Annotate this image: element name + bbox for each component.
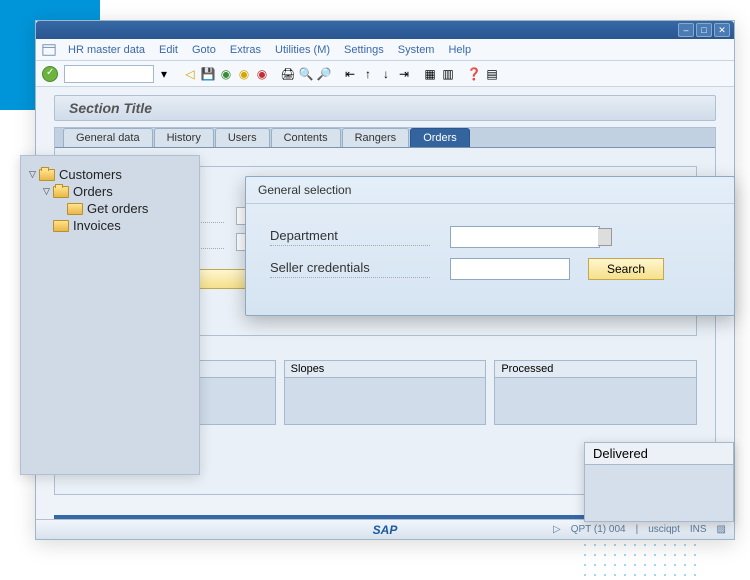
back-green-icon[interactable]: ◉ [218, 66, 234, 82]
tab-users[interactable]: Users [215, 128, 270, 147]
prev-page-icon[interactable]: ↑ [360, 66, 376, 82]
tree-invoices[interactable]: Invoices [29, 217, 191, 234]
print-icon[interactable]: 🖨 [280, 66, 296, 82]
sap-logo: SAP [373, 523, 398, 537]
expand-icon[interactable]: ▽ [43, 186, 53, 197]
delivered-box: Delivered [584, 442, 734, 522]
menu-help[interactable]: Help [442, 42, 477, 58]
order-box-slopes: Slopes [284, 360, 487, 425]
next-page-icon[interactable]: ↓ [378, 66, 394, 82]
menu-icon [42, 43, 56, 57]
close-button[interactable]: ✕ [714, 23, 730, 37]
folder-icon [67, 203, 83, 215]
order-box-processed: Processed [494, 360, 697, 425]
tab-orders[interactable]: Orders [410, 128, 470, 147]
find-icon[interactable]: 🔍 [298, 66, 314, 82]
general-selection-popout: General selection Department Seller cred… [245, 176, 735, 316]
status-play-icon[interactable]: ▷ [553, 524, 561, 535]
input-seller-credentials[interactable] [450, 258, 570, 280]
tab-history[interactable]: History [154, 128, 214, 147]
label-department: Department [270, 228, 430, 246]
tab-general-data[interactable]: General data [63, 128, 153, 147]
find-next-icon[interactable]: 🔎 [316, 66, 332, 82]
menu-goto[interactable]: Goto [186, 42, 222, 58]
tree-label: Orders [73, 184, 113, 199]
menubar: HR master data Edit Goto Extras Utilitie… [36, 39, 734, 61]
enter-button[interactable] [42, 66, 58, 82]
minimize-button[interactable]: ‒ [678, 23, 694, 37]
popout-title: General selection [246, 177, 734, 204]
status-grip-icon[interactable]: ▨ [717, 524, 726, 535]
statusbar: SAP ▷ QPT (1) 004 | usciqpt INS ▨ [36, 519, 734, 539]
command-field[interactable] [64, 65, 154, 83]
back-icon[interactable]: ◁ [182, 66, 198, 82]
folder-icon [53, 186, 69, 198]
section-title: Section Title [54, 95, 716, 121]
popout-search-button[interactable]: Search [588, 258, 664, 280]
expand-icon[interactable]: ▽ [29, 169, 39, 180]
cancel-icon[interactable]: ◉ [254, 66, 270, 82]
menu-system[interactable]: System [392, 42, 441, 58]
delivered-header: Delivered [585, 443, 733, 465]
toolbar: ▾ ◁ 💾 ◉ ◉ ◉ 🖨 🔍 🔎 ⇤ ↑ ↓ ⇥ ▦ ▥ ❓ ▤ [36, 61, 734, 87]
order-box-header: Slopes [285, 361, 486, 378]
label-seller-credentials: Seller credentials [270, 260, 430, 278]
save-icon[interactable]: 💾 [200, 66, 216, 82]
titlebar: ‒ □ ✕ [36, 21, 734, 39]
tree-customers[interactable]: ▽ Customers [29, 166, 191, 183]
menu-edit[interactable]: Edit [153, 42, 184, 58]
tab-rangers[interactable]: Rangers [342, 128, 410, 147]
help-icon[interactable]: ❓ [466, 66, 482, 82]
order-box-header: Processed [495, 361, 696, 378]
shortcut-icon[interactable]: ▥ [440, 66, 456, 82]
dropdown-icon[interactable]: ▾ [156, 66, 172, 82]
maximize-button[interactable]: □ [696, 23, 712, 37]
tab-contents[interactable]: Contents [271, 128, 341, 147]
menu-hr-master-data[interactable]: HR master data [62, 42, 151, 58]
status-system: QPT (1) 004 [571, 524, 626, 535]
folder-icon [53, 220, 69, 232]
menu-settings[interactable]: Settings [338, 42, 390, 58]
status-user: usciqpt [648, 524, 680, 535]
menu-extras[interactable]: Extras [224, 42, 267, 58]
tree-orders[interactable]: ▽ Orders [29, 183, 191, 200]
tree-get-orders[interactable]: Get orders [29, 200, 191, 217]
status-divider: | [636, 524, 639, 535]
tree-panel: ▽ Customers ▽ Orders Get orders Invoices [20, 155, 200, 475]
layout-icon[interactable]: ▤ [484, 66, 500, 82]
exit-icon[interactable]: ◉ [236, 66, 252, 82]
tree-label: Invoices [73, 218, 121, 233]
new-session-icon[interactable]: ▦ [422, 66, 438, 82]
database-icon[interactable] [598, 228, 612, 246]
last-page-icon[interactable]: ⇥ [396, 66, 412, 82]
status-mode: INS [690, 524, 707, 535]
input-department[interactable] [450, 226, 600, 248]
menu-utilities[interactable]: Utilities (M) [269, 42, 336, 58]
folder-icon [39, 169, 55, 181]
tree-label: Customers [59, 167, 122, 182]
tabbar: General data History Users Contents Rang… [55, 128, 715, 148]
first-page-icon[interactable]: ⇤ [342, 66, 358, 82]
tree-label: Get orders [87, 201, 148, 216]
